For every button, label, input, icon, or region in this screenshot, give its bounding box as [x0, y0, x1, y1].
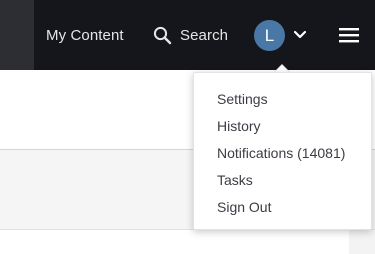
search-icon: [153, 26, 172, 44]
menu-item-notifications[interactable]: Notifications (14081): [217, 143, 345, 163]
my-content-link[interactable]: My Content: [46, 0, 124, 70]
my-content-label: My Content: [46, 26, 124, 44]
menu-item-label: Sign Out: [217, 199, 272, 215]
menu-item-tasks[interactable]: Tasks: [217, 170, 253, 190]
menu-item-label: History: [217, 118, 261, 134]
search-button[interactable]: Search: [153, 0, 228, 70]
search-label: Search: [180, 26, 229, 44]
avatar-initial: L: [264, 25, 275, 45]
top-navigation-bar: My Content Search L: [0, 0, 375, 70]
menu-item-label: Notifications (14081): [217, 145, 346, 161]
menu-item-sign-out[interactable]: Sign Out: [217, 197, 271, 217]
account-dropdown-menu: Settings History Notifications (14081) T…: [193, 72, 372, 230]
chevron-down-icon[interactable]: [293, 30, 307, 40]
user-avatar-button[interactable]: L: [254, 20, 285, 51]
menu-item-settings[interactable]: Settings: [217, 89, 268, 109]
menu-item-label: Settings: [217, 91, 268, 107]
hamburger-menu-icon[interactable]: [339, 27, 359, 43]
topbar-left-panel: [0, 0, 34, 70]
menu-item-label: Tasks: [217, 172, 253, 188]
menu-item-history[interactable]: History: [217, 116, 261, 136]
page-scrollbar-track: [349, 230, 375, 254]
